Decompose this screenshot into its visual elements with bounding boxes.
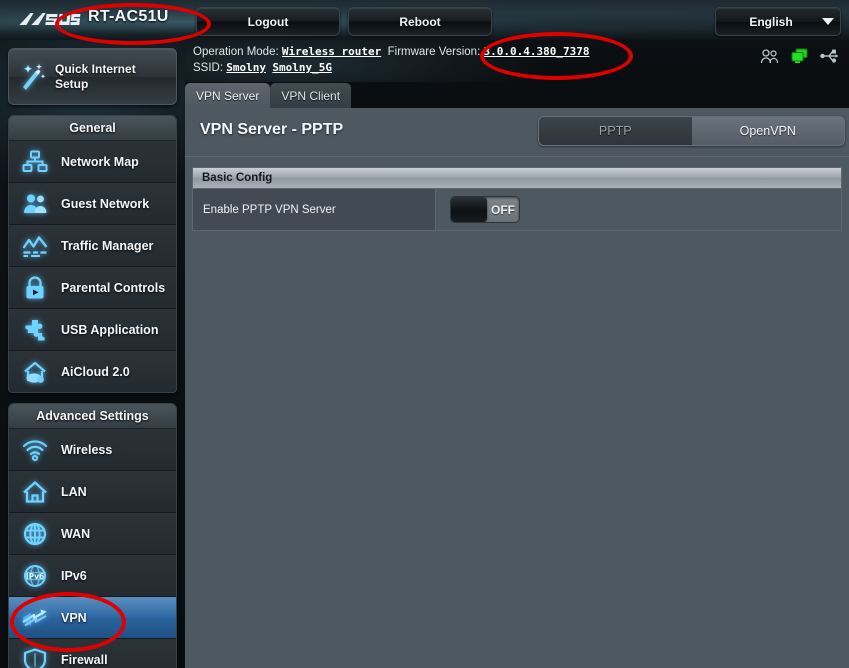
tab-vpn-client[interactable]: VPN Client bbox=[270, 83, 352, 108]
top-header-bar: RT-AC51U Logout Reboot English bbox=[0, 0, 849, 41]
sidebar-item-guest-network[interactable]: Guest Network bbox=[9, 183, 176, 225]
asus-logo-glyph bbox=[19, 13, 81, 25]
reboot-button[interactable]: Reboot bbox=[348, 7, 492, 36]
sidebar-item-label: Network Map bbox=[61, 154, 139, 169]
info-line-mode-firmware: Operation Mode: Wireless router Firmware… bbox=[193, 45, 589, 58]
ssid-24g-value[interactable]: Smolny bbox=[226, 61, 266, 74]
operation-info-bar: Operation Mode: Wireless router Firmware… bbox=[185, 40, 849, 82]
asus-logo bbox=[17, 9, 81, 29]
sidebar-item-lan[interactable]: LAN bbox=[9, 471, 176, 513]
main-content-panel: VPN Server - PPTP PPTP OpenVPN Basic Con… bbox=[185, 108, 849, 668]
enable-pptp-toggle[interactable]: OFF bbox=[450, 196, 520, 223]
sidebar-group-general-title: General bbox=[9, 116, 176, 141]
sidebar-item-label: IPv6 bbox=[61, 568, 87, 583]
status-icon-group bbox=[760, 48, 839, 64]
aicloud-icon bbox=[9, 360, 61, 384]
sidebar-item-network-map[interactable]: Network Map bbox=[9, 141, 176, 183]
logout-button[interactable]: Logout bbox=[196, 7, 340, 36]
sidebar-item-label: Firewall bbox=[61, 652, 108, 667]
segment-pptp[interactable]: PPTP bbox=[539, 117, 692, 145]
language-label: English bbox=[749, 14, 793, 29]
usb-icon[interactable] bbox=[820, 49, 839, 63]
guest-network-icon bbox=[9, 192, 61, 216]
table-row: Enable PPTP VPN Server OFF bbox=[193, 189, 841, 230]
qis-line-1: Quick Internet bbox=[55, 61, 136, 76]
language-selector[interactable]: English bbox=[715, 7, 841, 36]
sidebar-item-label: LAN bbox=[61, 484, 87, 499]
quick-internet-setup-button[interactable]: Quick Internet Setup bbox=[8, 48, 177, 105]
router-admin-page: RT-AC51U Logout Reboot English Operation… bbox=[0, 0, 849, 668]
firmware-label: Firmware Version: bbox=[387, 46, 481, 58]
segment-openvpn[interactable]: OpenVPN bbox=[691, 117, 844, 145]
parental-controls-icon bbox=[9, 275, 61, 300]
toggle-state-label: OFF bbox=[491, 202, 515, 217]
svg-text:IPv6: IPv6 bbox=[26, 572, 44, 581]
globe-icon bbox=[9, 522, 61, 546]
clients-icon[interactable] bbox=[760, 48, 779, 64]
sidebar-item-aicloud[interactable]: AiCloud 2.0 bbox=[9, 351, 176, 392]
traffic-manager-icon bbox=[9, 234, 61, 258]
vpn-icon bbox=[9, 606, 61, 630]
sidebar-item-parental-controls[interactable]: Parental Controls bbox=[9, 267, 176, 309]
sidebar-item-label: Parental Controls bbox=[61, 280, 166, 295]
page-title: VPN Server - PPTP bbox=[200, 121, 344, 138]
sidebar-group-advanced-title: Advanced Settings bbox=[9, 404, 176, 429]
toggle-knob bbox=[451, 197, 487, 222]
main-header: VPN Server - PPTP PPTP OpenVPN bbox=[185, 108, 849, 157]
sidebar-item-label: VPN bbox=[61, 610, 87, 625]
sidebar-item-label: Traffic Manager bbox=[61, 238, 154, 253]
ssid-5g-value[interactable]: Smolny_5G bbox=[272, 61, 332, 74]
basic-config-panel: Basic Config Enable PPTP VPN Server OFF bbox=[192, 167, 842, 231]
magic-wand-icon bbox=[9, 62, 55, 92]
sidebar-item-wireless[interactable]: Wireless bbox=[9, 429, 176, 471]
sidebar-item-firewall[interactable]: Firewall bbox=[9, 639, 176, 668]
enable-pptp-control-cell: OFF bbox=[436, 189, 841, 230]
sidebar-item-label: Guest Network bbox=[61, 196, 150, 211]
wifi-icon bbox=[9, 438, 61, 462]
sidebar-item-ipv6[interactable]: IPv6 IPv6 bbox=[9, 555, 176, 597]
sidebar-item-traffic-manager[interactable]: Traffic Manager bbox=[9, 225, 176, 267]
network-status-icon[interactable] bbox=[791, 48, 808, 64]
sidebar-item-label: WAN bbox=[61, 526, 91, 541]
sidebar-item-usb-application[interactable]: USB Application bbox=[9, 309, 176, 351]
ssid-label: SSID: bbox=[193, 62, 224, 74]
ipv6-icon: IPv6 bbox=[9, 564, 61, 588]
tab-bar: VPN Server VPN Client bbox=[185, 83, 352, 108]
firmware-version[interactable]: 3.0.0.4.380_7378 bbox=[483, 45, 589, 58]
sidebar-item-label: Wireless bbox=[61, 442, 113, 457]
sidebar-item-label: AiCloud 2.0 bbox=[61, 364, 130, 379]
qis-line-2: Setup bbox=[55, 76, 89, 91]
operation-mode-label: Operation Mode: bbox=[193, 46, 279, 58]
vpn-type-segmented-control: PPTP OpenVPN bbox=[538, 116, 845, 146]
shield-icon bbox=[9, 647, 61, 668]
tab-vpn-server[interactable]: VPN Server bbox=[185, 83, 271, 108]
enable-pptp-label: Enable PPTP VPN Server bbox=[193, 189, 436, 230]
sidebar-item-label: USB Application bbox=[61, 322, 159, 337]
home-icon bbox=[9, 480, 61, 504]
sidebar: Quick Internet Setup General Network Map bbox=[0, 40, 185, 668]
quick-internet-setup-label: Quick Internet Setup bbox=[55, 62, 136, 92]
info-line-ssid: SSID: Smolny Smolny_5G bbox=[193, 61, 332, 74]
sidebar-group-advanced: Advanced Settings Wireless LAN WAN IPv6 … bbox=[8, 403, 177, 668]
sidebar-item-wan[interactable]: WAN bbox=[9, 513, 176, 555]
usb-application-icon bbox=[9, 318, 61, 342]
sidebar-item-vpn[interactable]: VPN bbox=[9, 597, 176, 639]
operation-mode-value[interactable]: Wireless router bbox=[282, 45, 381, 58]
chevron-down-icon bbox=[816, 18, 840, 25]
network-map-icon bbox=[9, 150, 61, 174]
sidebar-group-general: General Network Map Guest Network Traffi… bbox=[8, 115, 177, 393]
basic-config-title: Basic Config bbox=[193, 168, 841, 189]
model-name: RT-AC51U bbox=[88, 8, 169, 25]
